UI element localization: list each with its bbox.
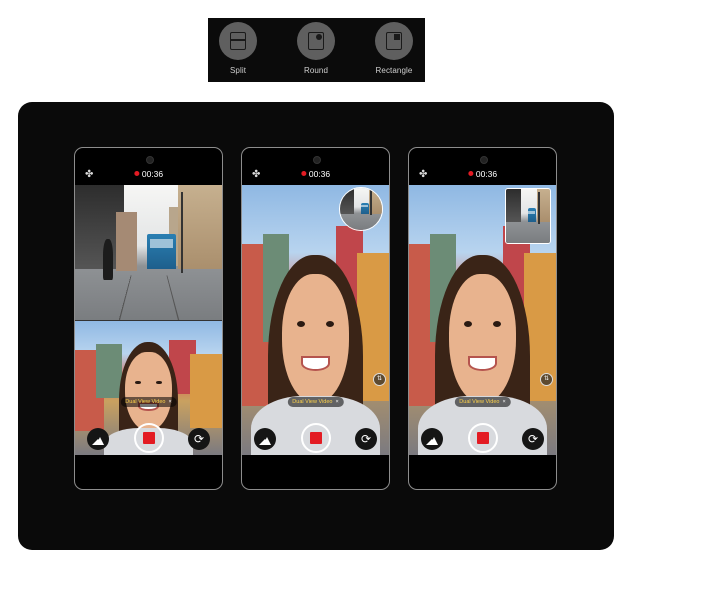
dual-view-pill[interactable]: Dual View Video × xyxy=(120,397,177,407)
split-divider xyxy=(75,320,222,321)
mode-split-label: Split xyxy=(229,66,247,75)
fan-icon[interactable]: ✤ xyxy=(85,169,93,180)
rear-camera-view xyxy=(75,185,222,320)
layout-mode-selector: Split Round Rectangle xyxy=(208,18,425,82)
swap-view-icon[interactable]: ⇅ xyxy=(373,373,386,386)
close-icon[interactable]: × xyxy=(335,399,338,405)
mode-split[interactable]: Split xyxy=(208,22,268,75)
gallery-icon[interactable] xyxy=(421,428,443,450)
mode-rectangle-label: Rectangle xyxy=(375,66,413,75)
split-layout-icon xyxy=(230,32,246,50)
stop-record-button[interactable] xyxy=(300,423,331,453)
timer-text: 00:36 xyxy=(475,169,498,179)
camera-controls: ⟳ xyxy=(242,423,389,456)
flip-camera-icon[interactable]: ⟳ xyxy=(355,428,377,450)
mode-round[interactable]: Round xyxy=(286,22,346,75)
round-pip-icon xyxy=(308,32,324,50)
phone-round: ✤ 00:36 ⇅ Dual View Video × ⟳ xyxy=(241,147,390,490)
mode-rectangle[interactable]: Rectangle xyxy=(364,22,424,75)
recording-timer: 00:36 xyxy=(467,169,498,179)
front-camera-icon xyxy=(145,156,154,164)
status-bar: ✤ 00:36 xyxy=(75,148,222,185)
round-layout-button[interactable] xyxy=(297,22,335,60)
stop-record-button[interactable] xyxy=(467,423,498,453)
recording-timer: 00:36 xyxy=(133,169,164,179)
rectangle-pip-view[interactable] xyxy=(505,188,551,244)
stop-record-button[interactable] xyxy=(133,423,164,453)
dual-view-pill[interactable]: Dual View Video × xyxy=(287,397,344,407)
status-bar: ✤ 00:36 xyxy=(242,148,389,185)
record-dot-icon xyxy=(467,171,473,177)
flip-camera-icon[interactable]: ⟳ xyxy=(522,428,544,450)
gallery-icon[interactable] xyxy=(254,428,276,450)
rectangle-pip-icon xyxy=(386,32,402,50)
dual-view-pill[interactable]: Dual View Video × xyxy=(454,397,511,407)
viewfinder[interactable]: Dual View Video × xyxy=(75,185,222,455)
fan-icon[interactable]: ✤ xyxy=(252,169,260,180)
swap-view-icon[interactable]: ⇅ xyxy=(540,373,553,386)
dual-view-label: Dual View Video xyxy=(125,399,166,405)
mode-round-label: Round xyxy=(303,66,329,75)
fan-icon[interactable]: ✤ xyxy=(419,169,427,180)
phone-split: ✤ 00:36 Dual View Video × ⟳ xyxy=(74,147,223,490)
record-dot-icon xyxy=(300,171,306,177)
camera-controls: ⟳ xyxy=(75,423,222,456)
viewfinder[interactable]: ⇅ Dual View Video × xyxy=(242,185,389,455)
timer-text: 00:36 xyxy=(308,169,331,179)
gallery-icon[interactable] xyxy=(87,428,109,450)
camera-controls: ⟳ xyxy=(409,423,556,456)
flip-camera-icon[interactable]: ⟳ xyxy=(188,428,210,450)
recording-timer: 00:36 xyxy=(300,169,331,179)
tram-image xyxy=(147,233,177,269)
front-camera-icon xyxy=(312,156,321,164)
front-camera-icon xyxy=(479,156,488,164)
record-dot-icon xyxy=(133,171,139,177)
dual-view-label: Dual View Video xyxy=(292,399,333,405)
phone-rectangle: ✤ 00:36 ⇅ Dual View Video × ⟳ xyxy=(408,147,557,490)
viewfinder[interactable]: ⇅ Dual View Video × xyxy=(409,185,556,455)
status-bar: ✤ 00:36 xyxy=(409,148,556,185)
timer-text: 00:36 xyxy=(141,169,164,179)
round-pip-view[interactable] xyxy=(339,187,383,231)
close-icon[interactable]: × xyxy=(502,399,505,405)
rectangle-layout-button[interactable] xyxy=(375,22,413,60)
split-layout-button[interactable] xyxy=(219,22,257,60)
close-icon[interactable]: × xyxy=(168,399,171,405)
dual-view-label: Dual View Video xyxy=(459,399,500,405)
